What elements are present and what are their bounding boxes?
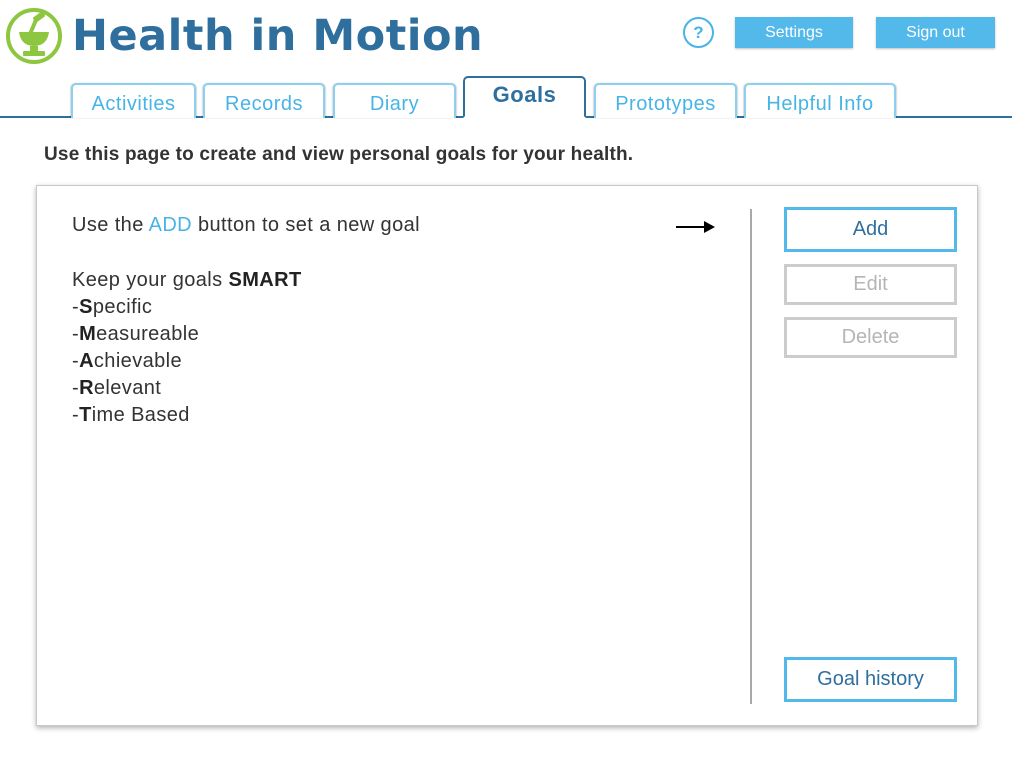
edit-goal-button[interactable]: Edit — [784, 264, 957, 305]
app-title: Health in Motion — [72, 11, 484, 61]
add-goal-button[interactable]: Add — [784, 207, 957, 252]
smart-item-specific: -Specific — [72, 296, 153, 318]
smart-letter: S — [79, 296, 93, 318]
help-button[interactable]: ? — [683, 17, 714, 48]
delete-goal-button[interactable]: Delete — [784, 317, 957, 358]
smart-rest: pecific — [92, 296, 153, 318]
instruction-prefix: Use the — [72, 214, 149, 236]
smart-prefix: Keep your goals — [72, 269, 229, 291]
smart-rest: easureable — [96, 323, 200, 345]
smart-item-relevant: -Relevant — [72, 377, 162, 399]
smart-letter: M — [79, 323, 97, 345]
smart-rest: chievable — [93, 350, 183, 372]
tab-helpful-info[interactable]: Helpful Info — [744, 83, 896, 118]
smart-item-measureable: -Measureable — [72, 323, 200, 345]
smart-guidance: Keep your goals SMART -Specific -Measure… — [72, 267, 302, 429]
tab-prototypes[interactable]: Prototypes — [594, 83, 737, 118]
instruction-add-word: ADD — [148, 214, 193, 236]
settings-button[interactable]: Settings — [735, 17, 853, 48]
smart-item-time-based: -Time Based — [72, 404, 190, 426]
sign-out-button[interactable]: Sign out — [876, 17, 995, 48]
smart-rest: ime Based — [91, 404, 190, 426]
panel-divider — [750, 209, 752, 704]
smart-letter: R — [79, 377, 94, 399]
tab-goals[interactable]: Goals — [463, 76, 586, 118]
smart-heading: Keep your goals SMART — [72, 267, 302, 294]
smart-rest: elevant — [93, 377, 162, 399]
tab-diary[interactable]: Diary — [333, 83, 456, 118]
tab-activities[interactable]: Activities — [71, 83, 196, 118]
instruction-suffix: button to set a new goal — [192, 214, 420, 236]
add-instruction-text: Use the ADD button to set a new goal — [72, 214, 420, 237]
smart-letter: A — [79, 350, 94, 372]
goal-history-button[interactable]: Goal history — [784, 657, 957, 702]
mortar-pestle-logo-icon — [6, 8, 62, 64]
tab-records[interactable]: Records — [203, 83, 325, 118]
smart-word: SMART — [228, 269, 302, 291]
page-intro-text: Use this page to create and view persona… — [44, 144, 634, 165]
goals-panel: Use the ADD button to set a new goal Kee… — [36, 185, 978, 726]
smart-item-achievable: -Achievable — [72, 350, 183, 372]
right-arrow-icon — [676, 221, 715, 233]
smart-letter: T — [79, 404, 92, 426]
question-mark-icon: ? — [693, 22, 704, 42]
